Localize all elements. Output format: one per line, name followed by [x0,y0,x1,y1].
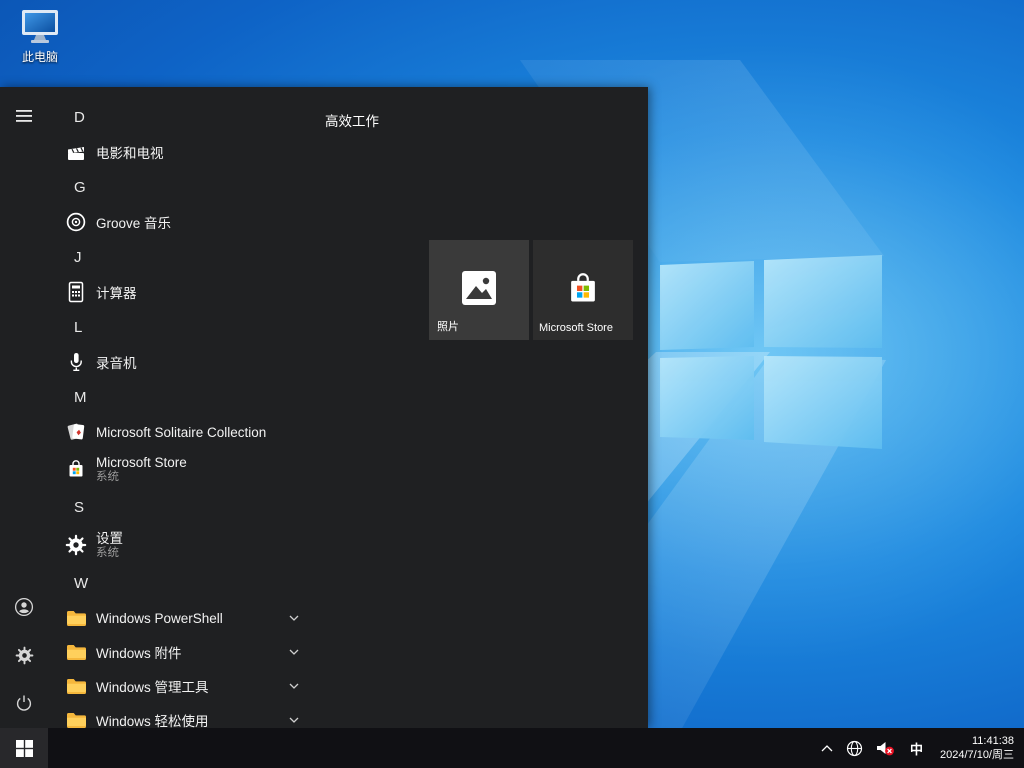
app-list-item-groove-music[interactable]: Groove 音乐 [48,205,420,239]
start-menu-rail [0,87,48,728]
app-list-folder-windows-admin-tools[interactable]: Windows 管理工具 [48,669,420,703]
app-label: 录音机 [96,352,137,372]
letter-label: G [74,179,86,196]
app-list-letter-s[interactable]: S [48,489,420,525]
network-status-button[interactable] [846,728,863,768]
letter-label: L [74,319,82,336]
this-pc-icon [18,8,62,46]
start-menu: D 电影和电视 G [0,87,648,728]
letter-label: W [74,575,88,592]
app-list-folder-windows-powershell[interactable]: Windows PowerShell [48,601,420,635]
chevron-up-icon [821,745,833,752]
solitaire-icon [64,420,88,444]
letter-label: M [74,389,87,406]
app-list-letter-m[interactable]: M [48,379,420,415]
app-list-item-microsoft-store[interactable]: Microsoft Store 系统 [48,449,420,489]
app-label: 设置 [96,531,123,547]
chevron-down-icon[interactable] [288,716,300,724]
folder-icon [64,674,88,698]
store-icon [564,268,602,313]
clock[interactable]: 11:41:38 2024/7/10/周三 [938,734,1014,762]
globe-network-icon [846,740,863,757]
volume-muted-button[interactable] [876,728,895,768]
desktop-icon-this-pc[interactable]: 此电脑 [12,8,68,65]
power-button[interactable] [0,679,48,727]
app-labels: Microsoft Store 系统 [96,455,187,484]
store-icon [64,457,88,481]
clock-date: 2024/7/10/周三 [940,748,1014,762]
tile-label: Microsoft Store [539,322,613,334]
groove-music-icon [64,210,88,234]
app-label: Windows 管理工具 [96,676,209,696]
system-tray: 中 11:41:38 2024/7/10/周三 [821,728,1024,768]
app-list-item-calculator[interactable]: 计算器 [48,275,420,309]
app-label: Microsoft Store [96,455,187,471]
app-labels: 设置 系统 [96,531,123,560]
tile-microsoft-store[interactable]: Microsoft Store [533,240,633,340]
app-label: Groove 音乐 [96,212,171,232]
voice-recorder-icon [64,350,88,374]
photos-icon [459,268,499,313]
app-list-item-settings[interactable]: 设置 系统 [48,525,420,565]
app-label: Windows PowerShell [96,611,223,626]
letter-label: S [74,499,84,516]
app-list-letter-l[interactable]: L [48,309,420,345]
app-list-item-movies-tv[interactable]: 电影和电视 [48,135,420,169]
gear-icon [15,646,34,665]
app-list-item-solitaire[interactable]: Microsoft Solitaire Collection [48,415,420,449]
screen: 此电脑 [0,0,1024,768]
app-list-letter-j[interactable]: J [48,239,420,275]
taskbar: 中 11:41:38 2024/7/10/周三 [0,728,1024,768]
expand-menu-button[interactable] [0,92,48,140]
start-button[interactable] [0,728,48,768]
app-list-letter-g[interactable]: G [48,169,420,205]
hamburger-icon [16,110,32,122]
app-list: D 电影和电视 G [48,87,420,728]
folder-icon [64,708,88,728]
tile-photos[interactable]: 照片 [429,240,529,340]
app-label: Windows 轻松使用 [96,710,209,728]
app-sublabel: 系统 [96,547,123,560]
app-list-folder-windows-accessories[interactable]: Windows 附件 [48,635,420,669]
windows-logo-icon [16,740,33,757]
tile-group-title[interactable]: 高效工作 [325,110,379,130]
tile-label: 照片 [437,318,459,334]
speaker-muted-icon [876,740,895,757]
app-list-item-voice-recorder[interactable]: 录音机 [48,345,420,379]
chevron-down-icon[interactable] [288,614,300,622]
settings-gear-icon [64,533,88,557]
app-label: Microsoft Solitaire Collection [96,425,266,440]
power-icon [15,694,33,712]
app-label: 电影和电视 [96,142,164,162]
movies-tv-icon [64,140,88,164]
calculator-icon [64,280,88,304]
app-sublabel: 系统 [96,471,187,484]
app-list-letter-w[interactable]: W [48,565,420,601]
tray-expand-button[interactable] [821,728,833,768]
app-label: 计算器 [96,282,137,302]
chevron-down-icon[interactable] [288,648,300,656]
clock-time: 11:41:38 [940,734,1014,748]
folder-icon [64,606,88,630]
desktop-icon-label: 此电脑 [12,48,68,65]
folder-icon [64,640,88,664]
letter-label: D [74,109,85,126]
app-list-folder-windows-ease-of-access[interactable]: Windows 轻松使用 [48,703,420,728]
chevron-down-icon[interactable] [288,682,300,690]
app-label: Windows 附件 [96,642,182,662]
user-icon [14,597,34,617]
ime-indicator[interactable]: 中 [908,728,925,768]
letter-label: J [74,249,82,266]
user-account-button[interactable] [0,583,48,631]
settings-button[interactable] [0,631,48,679]
